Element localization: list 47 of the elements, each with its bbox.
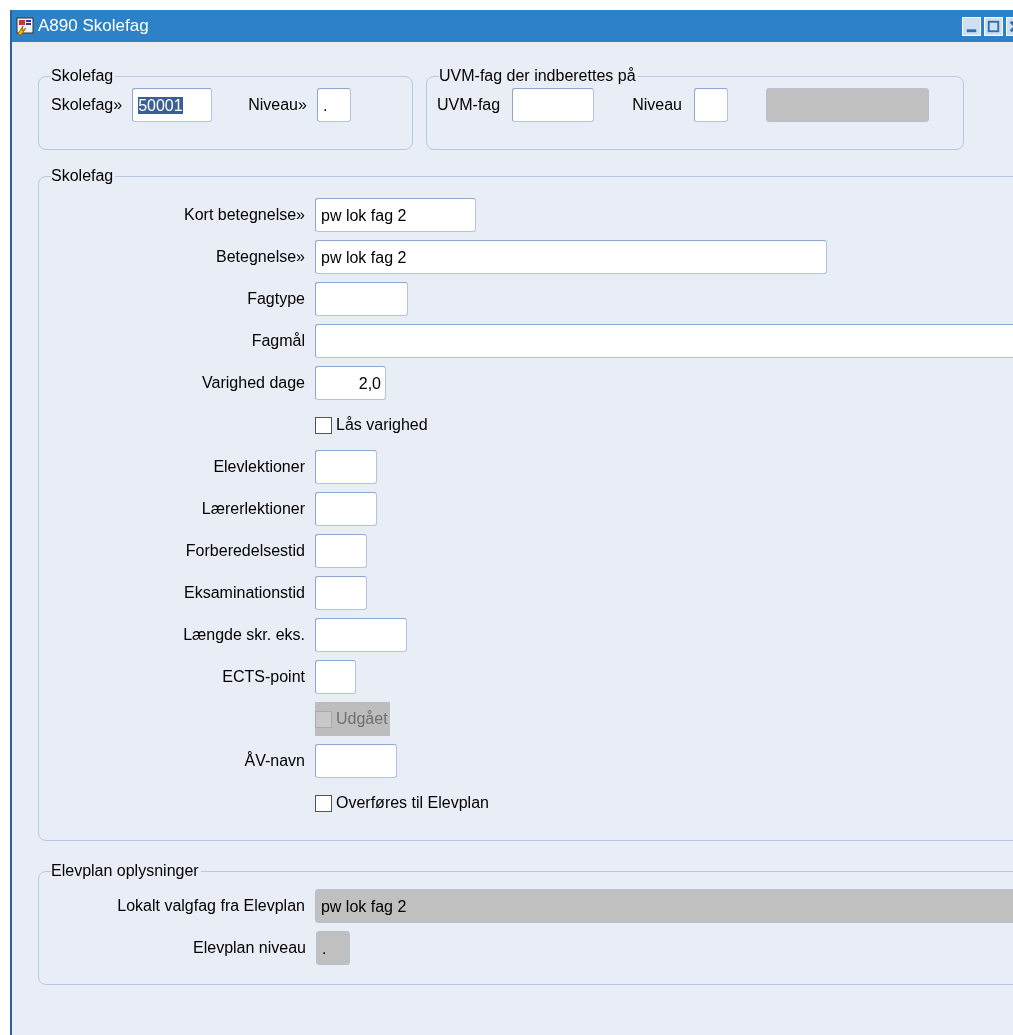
input-field[interactable]	[315, 492, 377, 526]
input-field[interactable]: 2,0	[315, 366, 386, 400]
field-label: Eksaminationstid	[184, 584, 305, 601]
app-icon	[14, 16, 36, 36]
field-label: ÅV-navn	[244, 752, 305, 769]
field-label: Længde skr. eks.	[183, 626, 305, 643]
input-field[interactable]: .	[316, 88, 351, 122]
field-label: Niveau	[632, 95, 682, 115]
maximize-button[interactable]	[984, 16, 1003, 36]
group-title: Skolefag	[51, 68, 115, 84]
field-label: Forberedelsestid	[185, 542, 305, 559]
input-field[interactable]: pw lok fag 2	[315, 240, 827, 274]
minimize-button[interactable]	[962, 16, 981, 36]
input-field[interactable]: 50001	[132, 88, 213, 122]
checkbox: Udgået	[315, 702, 390, 736]
field-label: Betegnelse»	[216, 248, 305, 265]
input-field[interactable]	[315, 324, 1013, 358]
checkbox[interactable]: Overføres til Elevplan	[315, 786, 491, 820]
field-label: Skolefag»	[51, 95, 123, 115]
field-label: Lærerlektioner	[201, 500, 305, 517]
field-label: Fagmål	[251, 332, 305, 349]
field-label: ECTS-point	[222, 668, 305, 685]
field-label: Elevlektioner	[213, 458, 305, 475]
checkbox[interactable]: Lås varighed	[315, 408, 430, 442]
field-label: Niveau»	[248, 95, 307, 115]
field-label: Varighed dage	[202, 374, 305, 391]
field-label: Kort betegnelse»	[184, 206, 305, 223]
window-title: A890 Skolefag	[38, 15, 149, 38]
field-label: Elevplan niveau	[193, 939, 306, 956]
input-field[interactable]: pw lok fag 2	[315, 198, 476, 232]
input-field: .	[316, 931, 350, 965]
input-field[interactable]	[315, 534, 367, 568]
field-label: UVM-fag	[437, 95, 501, 115]
input-field[interactable]	[512, 88, 595, 122]
input-field[interactable]	[315, 744, 397, 778]
field-label: Fagtype	[247, 290, 305, 307]
input-field[interactable]	[693, 88, 728, 122]
input-field[interactable]	[315, 576, 367, 610]
group-title: Elevplan oplysninger	[51, 863, 200, 879]
input-field[interactable]	[315, 660, 356, 694]
input-field: pw lok fag 2	[314, 889, 1013, 923]
input-field[interactable]	[315, 618, 407, 652]
group-title: Skolefag	[51, 168, 115, 184]
input-field[interactable]	[315, 450, 377, 484]
field-label: Lokalt valgfag fra Elevplan	[117, 897, 305, 914]
group-title: UVM-fag der indberettes på	[439, 68, 637, 84]
input-field[interactable]	[315, 282, 408, 316]
